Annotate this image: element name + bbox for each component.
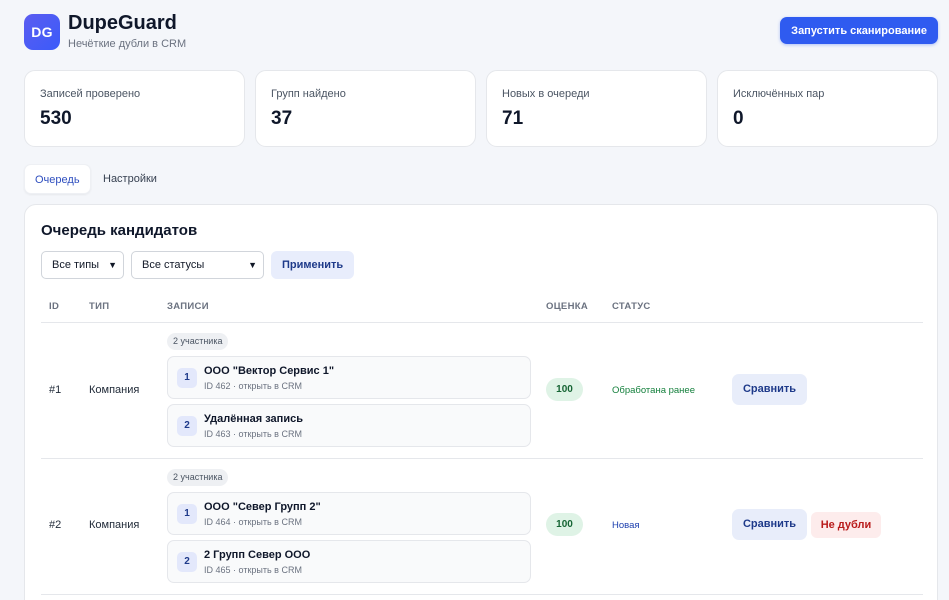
table-row: #1 Компания 2 участника 1 ООО "Вектор Се… [41, 323, 923, 458]
row-id: #1 [49, 384, 62, 396]
status-label: Обработана ранее [612, 385, 695, 396]
app-logo: DG [24, 14, 60, 50]
stat-card-groups: Групп найдено 37 [255, 70, 476, 147]
chevron-down-icon: ▼ [108, 260, 117, 270]
score-badge: 100 [546, 378, 583, 401]
panel-title: Очередь кандидатов [41, 222, 198, 239]
record-meta-link[interactable]: ID 463 · открыть в CRM [204, 429, 302, 439]
app-header: DG DupeGuard Нечёткие дубли в CRM Запуст… [24, 12, 938, 58]
stat-value: 37 [271, 108, 293, 129]
stat-value: 71 [502, 108, 524, 129]
record-number: 1 [177, 368, 197, 388]
row-type: Компания [89, 519, 140, 531]
table-row: #2 Компания 2 участника 1 ООО "Север Гру… [41, 459, 923, 594]
apply-filter-button[interactable]: Применить [271, 251, 355, 279]
type-filter-value: Все типы [52, 259, 100, 271]
status-filter-value: Все статусы [142, 259, 205, 271]
column-header-status: СТАТУС [612, 301, 651, 312]
stat-value: 0 [733, 108, 744, 129]
record-number: 1 [177, 504, 197, 524]
row-id: #2 [49, 519, 62, 531]
record-card[interactable]: 2 Удалённая запись ID 463 · открыть в CR… [167, 404, 531, 447]
compare-button[interactable]: Сравнить [732, 374, 807, 405]
column-header-id: ID [49, 301, 60, 312]
app-subtitle: Нечёткие дубли в CRM [68, 38, 187, 50]
record-meta-link[interactable]: ID 464 · открыть в CRM [204, 517, 302, 527]
stat-label: Исключённых пар [733, 88, 825, 100]
not-duplicate-button[interactable]: Не дубли [811, 512, 881, 538]
record-meta-link[interactable]: ID 462 · открыть в CRM [204, 381, 302, 391]
record-name: 2 Групп Север ООО [204, 549, 311, 561]
queue-panel: Очередь кандидатов Все типы ▼ Все статус… [24, 204, 938, 600]
record-name: ООО "Вектор Сервис 1" [204, 365, 335, 377]
compare-button[interactable]: Сравнить [732, 509, 807, 540]
row-divider [41, 594, 923, 595]
chevron-down-icon: ▼ [248, 260, 257, 270]
start-scan-button[interactable]: Запустить сканирование [780, 17, 938, 44]
column-header-type: ТИП [89, 301, 110, 312]
stat-card-new: Новых в очереди 71 [486, 70, 707, 147]
participants-badge: 2 участника [167, 333, 229, 350]
stat-value: 530 [40, 108, 72, 129]
status-filter-select[interactable]: Все статусы ▼ [131, 251, 264, 279]
record-card[interactable]: 1 ООО "Север Групп 2" ID 464 · открыть в… [167, 492, 531, 535]
column-header-score: ОЦЕНКА [546, 301, 588, 312]
record-name: ООО "Север Групп 2" [204, 501, 321, 513]
record-name: Удалённая запись [204, 413, 303, 425]
stat-label: Групп найдено [271, 88, 346, 100]
stat-card-checked: Записей проверено 530 [24, 70, 245, 147]
row-type: Компания [89, 384, 140, 396]
column-header-records: ЗАПИСИ [167, 301, 209, 312]
type-filter-select[interactable]: Все типы ▼ [41, 251, 124, 279]
score-badge: 100 [546, 513, 583, 536]
record-number: 2 [177, 552, 197, 572]
record-card[interactable]: 1 ООО "Вектор Сервис 1" ID 462 · открыть… [167, 356, 531, 399]
record-number: 2 [177, 416, 197, 436]
status-label: Новая [612, 520, 640, 531]
app-title: DupeGuard [68, 12, 177, 34]
record-card[interactable]: 2 2 Групп Север ООО ID 465 · открыть в C… [167, 540, 531, 583]
stats-row: Записей проверено 530 Групп найдено 37 Н… [24, 70, 938, 147]
participants-badge: 2 участника [167, 469, 229, 486]
stat-label: Записей проверено [40, 88, 141, 100]
stat-card-excluded: Исключённых пар 0 [717, 70, 938, 147]
record-meta-link[interactable]: ID 465 · открыть в CRM [204, 565, 302, 575]
tab-settings[interactable]: Настройки [93, 164, 167, 194]
stat-label: Новых в очереди [502, 88, 590, 100]
tab-queue[interactable]: Очередь [24, 164, 91, 194]
